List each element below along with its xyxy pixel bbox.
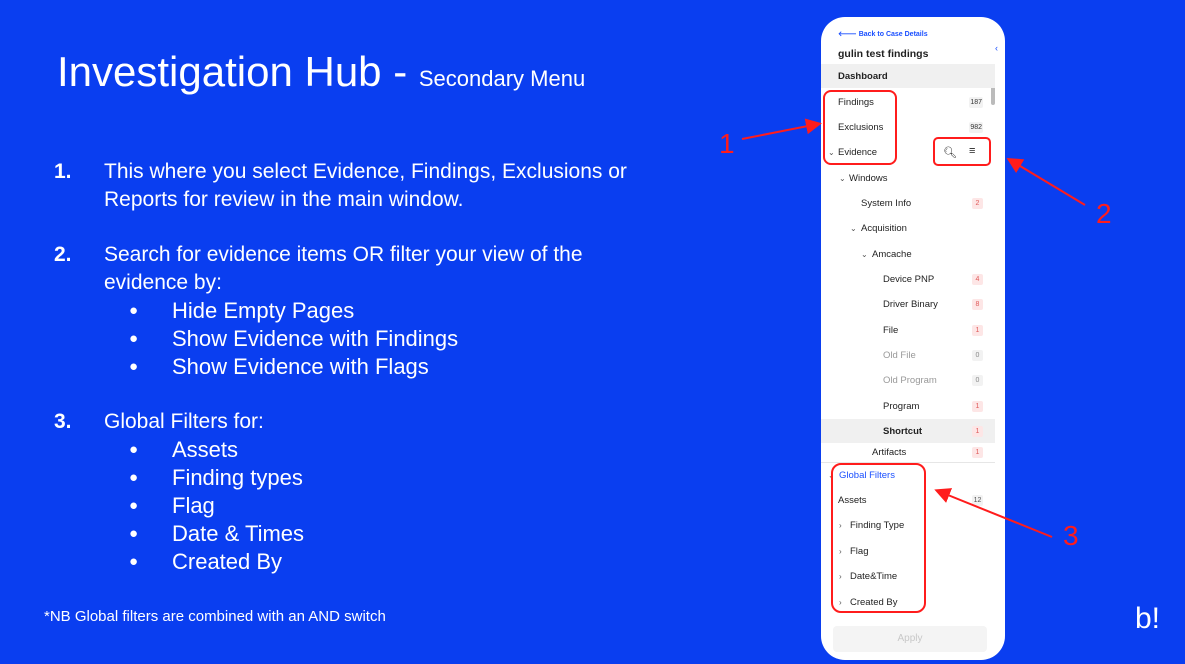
callout-arrow-2 <box>1006 157 1086 206</box>
callout-number-2: 2 <box>1096 198 1112 229</box>
highlight-box-nav <box>823 90 897 165</box>
callout-arrow-3 <box>934 488 1053 538</box>
callout-overlay <box>741 90 1086 613</box>
callout-number-1: 1 <box>719 128 735 159</box>
callout-arrow-1 <box>741 118 822 140</box>
callout-number-3: 3 <box>1063 520 1079 551</box>
highlight-box-tools <box>933 137 991 166</box>
highlight-box-filters <box>831 463 926 613</box>
